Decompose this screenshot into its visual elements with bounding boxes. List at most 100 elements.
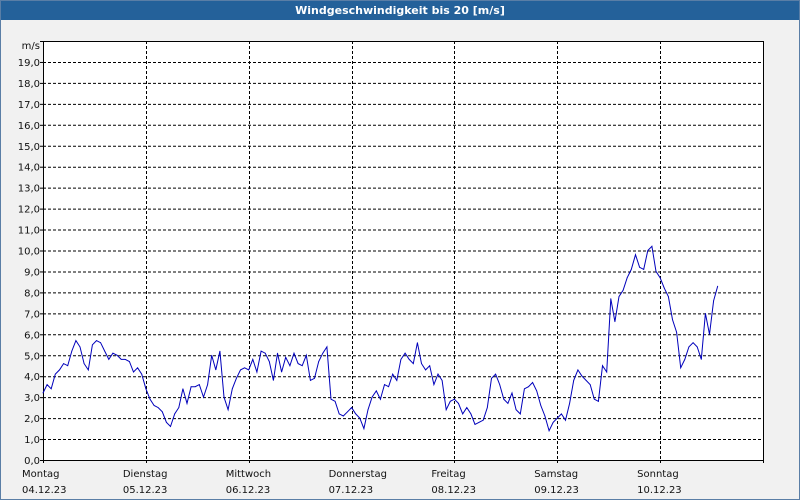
data-point — [63, 363, 64, 364]
data-point — [556, 417, 558, 419]
x-tick-labels: Montag 04.12.23 Dienstag 05.12.23 Mittwoch 06… — [22, 469, 682, 496]
data-point — [289, 365, 291, 367]
data-point — [503, 398, 505, 400]
y-tick-label: 14,0 — [18, 163, 40, 174]
y-tick-label: 1,0 — [24, 435, 40, 446]
data-point — [647, 250, 649, 251]
data-point — [363, 428, 365, 429]
data-point — [404, 352, 406, 354]
data-point — [643, 269, 645, 270]
y-tick-label: 5,0 — [24, 351, 40, 362]
data-point — [334, 400, 336, 402]
data-point — [437, 373, 439, 375]
data-point — [322, 352, 324, 354]
data-point — [244, 367, 246, 369]
data-point — [153, 405, 155, 406]
data-point — [293, 352, 295, 354]
data-point — [499, 384, 501, 385]
data-point — [421, 363, 422, 364]
x-tick-date-label: 04.12.23 — [22, 485, 67, 496]
data-point — [388, 386, 389, 388]
data-point — [104, 350, 106, 352]
data-point — [314, 377, 315, 379]
data-point — [396, 380, 398, 381]
data-point — [71, 350, 73, 352]
data-point — [330, 398, 332, 400]
data-point — [651, 245, 653, 247]
data-point — [606, 371, 608, 373]
data-point — [227, 409, 229, 411]
data-point — [50, 388, 52, 390]
data-point — [100, 342, 101, 344]
data-point — [203, 396, 204, 398]
wind-speed-chart: m/s 0,0 1,0 2,0 3,0 4,0 5,0 6,0 7,0 8,0 9,0 10,0 11… — [18, 41, 764, 496]
data-point — [42, 392, 44, 394]
data-point — [618, 296, 620, 297]
y-tick-label: 6,0 — [24, 330, 40, 341]
data-point — [445, 409, 447, 411]
data-point — [211, 354, 213, 356]
data-point — [248, 369, 250, 371]
x-tick-date-label: 06.12.23 — [226, 485, 271, 496]
y-tick-label: 7,0 — [24, 309, 40, 320]
data-point — [441, 380, 443, 381]
data-point — [548, 430, 550, 432]
data-point — [133, 371, 134, 373]
data-point — [207, 384, 209, 385]
data-point — [486, 407, 488, 408]
data-point — [342, 415, 344, 417]
data-point — [120, 359, 122, 360]
data-point — [491, 377, 492, 379]
data-point — [260, 350, 262, 352]
data-point — [310, 380, 311, 381]
data-point — [408, 359, 410, 360]
data-point — [524, 388, 525, 390]
data-point — [536, 390, 538, 392]
y-tick-label: 2,0 — [24, 414, 40, 425]
data-point — [540, 405, 542, 406]
data-point — [635, 254, 636, 256]
data-point — [482, 419, 484, 421]
data-point — [561, 413, 562, 415]
data-point — [92, 344, 93, 346]
data-point — [581, 375, 583, 377]
x-tick-day-label: Mittwoch — [226, 469, 271, 480]
data-point — [124, 359, 126, 360]
data-point — [400, 359, 402, 360]
data-point — [470, 413, 472, 415]
data-point — [696, 346, 698, 348]
data-point — [458, 403, 459, 404]
x-tick-date-label: 10.12.23 — [637, 485, 682, 496]
data-point — [59, 369, 60, 371]
y-tick-label: 16,0 — [18, 121, 40, 132]
data-point — [454, 398, 455, 400]
data-point — [511, 392, 513, 394]
data-point — [326, 346, 328, 348]
data-point — [462, 413, 464, 415]
data-point — [552, 421, 554, 423]
data-point — [466, 407, 468, 408]
data-point — [565, 419, 566, 421]
data-point — [157, 407, 159, 408]
data-point — [367, 409, 369, 411]
data-point — [46, 384, 48, 385]
data-point — [83, 363, 85, 364]
data-point — [67, 365, 69, 367]
data-point — [614, 321, 616, 323]
data-point — [676, 331, 677, 333]
data-point — [425, 369, 426, 371]
data-point — [186, 403, 188, 404]
data-point — [166, 421, 167, 423]
data-point — [240, 369, 241, 371]
data-point — [713, 300, 714, 302]
data-point — [577, 369, 579, 371]
data-point — [116, 354, 118, 356]
data-point — [474, 424, 476, 425]
data-point — [519, 413, 521, 415]
data-point — [717, 285, 719, 287]
x-tick-day-label: Samstag — [534, 469, 578, 480]
data-point — [54, 373, 56, 375]
data-point — [668, 296, 669, 297]
data-point — [318, 361, 320, 362]
data-point — [236, 377, 237, 379]
